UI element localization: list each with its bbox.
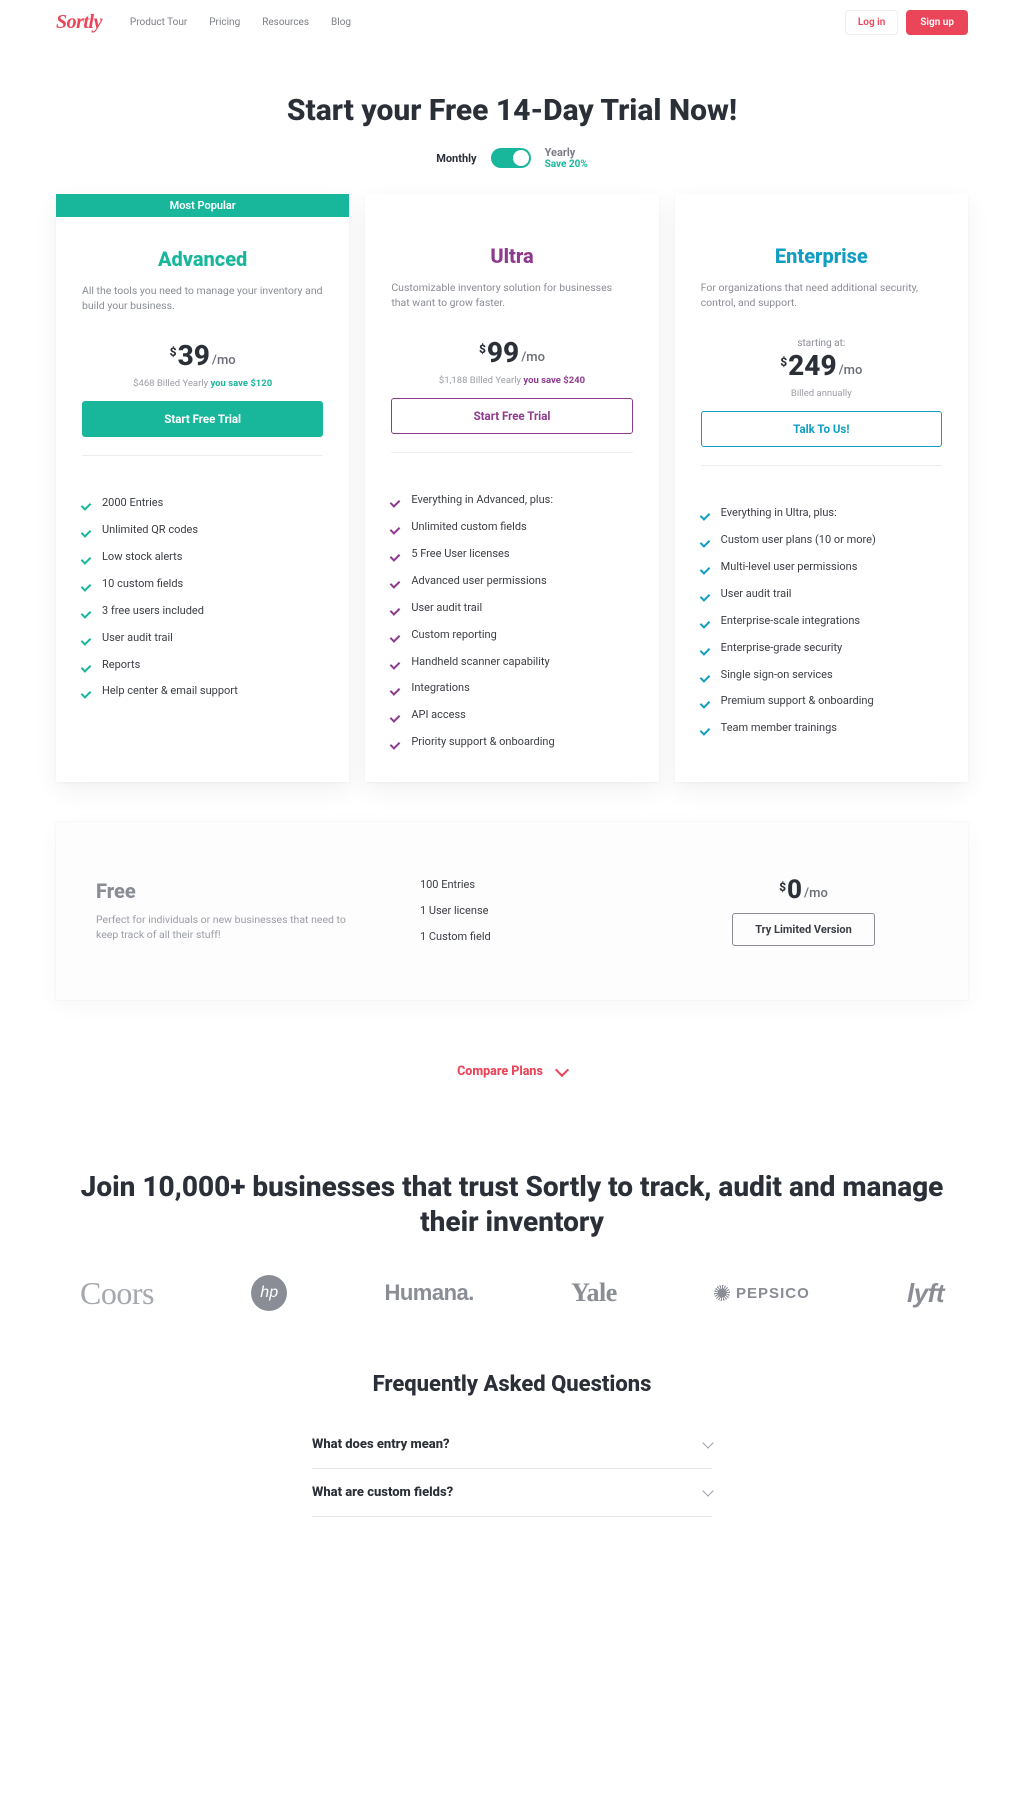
check-icon <box>391 630 403 642</box>
nav-blog[interactable]: Blog <box>331 17 351 28</box>
feature-list: 2000 Entries Unlimited QR codes Low stoc… <box>56 490 349 731</box>
faq-question: What are custom fields? <box>312 1485 453 1500</box>
logo-pepsico: PEPSICO <box>714 1285 810 1302</box>
check-icon <box>391 549 403 561</box>
plan-advanced: Most Popular Advanced All the tools you … <box>56 194 349 782</box>
try-limited-button[interactable]: Try Limited Version <box>732 913 875 946</box>
plan-ultra: Ultra Customizable inventory solution fo… <box>365 194 658 782</box>
plan-desc: Customizable inventory solution for busi… <box>391 280 632 310</box>
plan-desc: All the tools you need to manage your in… <box>82 283 323 313</box>
check-icon <box>701 562 713 574</box>
divider <box>701 465 942 466</box>
plan-title: Ultra <box>391 244 632 268</box>
faq-heading: Frequently Asked Questions <box>0 1372 1024 1397</box>
billed-note: $1,188 Billed Yearly you save $240 <box>391 375 632 386</box>
check-icon <box>391 737 403 749</box>
brand-logo[interactable]: Sortly <box>56 11 102 34</box>
starting-at-label: starting at: <box>701 338 942 349</box>
check-icon <box>400 932 412 944</box>
check-icon <box>701 589 713 601</box>
pricing-plans: Most Popular Advanced All the tools you … <box>56 194 968 782</box>
check-icon <box>701 696 713 708</box>
free-price: $ 0 /mo <box>779 877 828 903</box>
check-icon <box>82 606 94 618</box>
check-icon <box>400 880 412 892</box>
check-icon <box>82 579 94 591</box>
check-icon <box>391 495 403 507</box>
check-icon <box>701 670 713 682</box>
billed-note: $468 Billed Yearly you save $120 <box>82 378 323 389</box>
logo-humana: Humana. <box>384 1280 473 1306</box>
popular-badge: Most Popular <box>56 194 349 217</box>
check-icon <box>701 535 713 547</box>
check-icon <box>82 686 94 698</box>
yearly-label[interactable]: Yearly <box>545 146 588 159</box>
faq-question: What does entry mean? <box>312 1437 450 1452</box>
feature-list: Everything in Ultra, plus: Custom user p… <box>675 500 968 768</box>
check-icon <box>391 522 403 534</box>
divider <box>391 452 632 453</box>
compare-plans-link[interactable]: Compare Plans <box>457 1064 567 1079</box>
signup-button[interactable]: Sign up <box>906 10 968 35</box>
plan-title: Enterprise <box>701 244 942 268</box>
check-icon <box>701 508 713 520</box>
plan-price: $ 39 /mo <box>170 342 236 370</box>
nav-product-tour[interactable]: Product Tour <box>130 17 187 28</box>
plan-desc: For organizations that need additional s… <box>701 280 942 310</box>
plan-price: $ 99 /mo <box>479 339 545 367</box>
divider <box>82 455 323 456</box>
feature-list: Everything in Advanced, plus: Unlimited … <box>365 487 658 781</box>
main-nav: Product Tour Pricing Resources Blog <box>130 17 351 28</box>
yearly-save-label: Save 20% <box>545 159 588 170</box>
faq-item[interactable]: What does entry mean? <box>312 1421 712 1469</box>
logo-yale: Yale <box>571 1278 617 1308</box>
chevron-down-icon <box>702 1485 713 1496</box>
check-icon <box>391 657 403 669</box>
check-icon <box>391 683 403 695</box>
faq-item[interactable]: What are custom fields? <box>312 1469 712 1517</box>
free-feature-list: 100 Entries 1 User license 1 Custom fiel… <box>400 872 649 950</box>
compare-plans-row: Compare Plans <box>0 1060 1024 1079</box>
check-icon <box>701 723 713 735</box>
site-header: Sortly Product Tour Pricing Resources Bl… <box>0 0 1024 43</box>
plan-free: Free Perfect for individuals or new busi… <box>56 822 968 1000</box>
chevron-down-icon <box>555 1063 569 1077</box>
globe-icon <box>714 1285 730 1301</box>
billing-toggle-row: Monthly Yearly Save 20% <box>0 146 1024 170</box>
start-trial-ultra-button[interactable]: Start Free Trial <box>391 398 632 434</box>
check-icon <box>400 906 412 918</box>
page-title: Start your Free 14-Day Trial Now! <box>0 93 1024 128</box>
check-icon <box>391 576 403 588</box>
logo-lyft: lyft <box>907 1278 944 1309</box>
check-icon <box>391 603 403 615</box>
check-icon <box>701 643 713 655</box>
nav-resources[interactable]: Resources <box>262 17 309 28</box>
login-button[interactable]: Log in <box>845 10 898 35</box>
logo-coors: Coors <box>80 1275 154 1312</box>
plan-enterprise: Enterprise For organizations that need a… <box>675 194 968 782</box>
free-desc: Perfect for individuals or new businesse… <box>96 913 346 942</box>
billing-toggle[interactable] <box>491 148 531 168</box>
social-proof-heading: Join 10,000+ businesses that trust Sortl… <box>0 1169 1024 1239</box>
start-trial-advanced-button[interactable]: Start Free Trial <box>82 401 323 437</box>
faq-list: What does entry mean? What are custom fi… <box>312 1421 712 1517</box>
check-icon <box>82 660 94 672</box>
check-icon <box>701 616 713 628</box>
chevron-down-icon <box>702 1437 713 1448</box>
plan-title: Advanced <box>82 247 323 271</box>
check-icon <box>82 498 94 510</box>
check-icon <box>82 552 94 564</box>
check-icon <box>391 710 403 722</box>
logo-hp: hp <box>251 1275 287 1311</box>
free-title: Free <box>96 879 370 903</box>
customer-logos: Coors hp Humana. Yale PEPSICO lyft <box>0 1239 1024 1372</box>
monthly-label[interactable]: Monthly <box>436 152 476 165</box>
check-icon <box>82 633 94 645</box>
nav-pricing[interactable]: Pricing <box>209 17 240 28</box>
plan-price: $ 249 /mo <box>780 352 862 380</box>
check-icon <box>82 525 94 537</box>
talk-to-us-button[interactable]: Talk To Us! <box>701 411 942 447</box>
billed-note: Billed annually <box>701 388 942 399</box>
